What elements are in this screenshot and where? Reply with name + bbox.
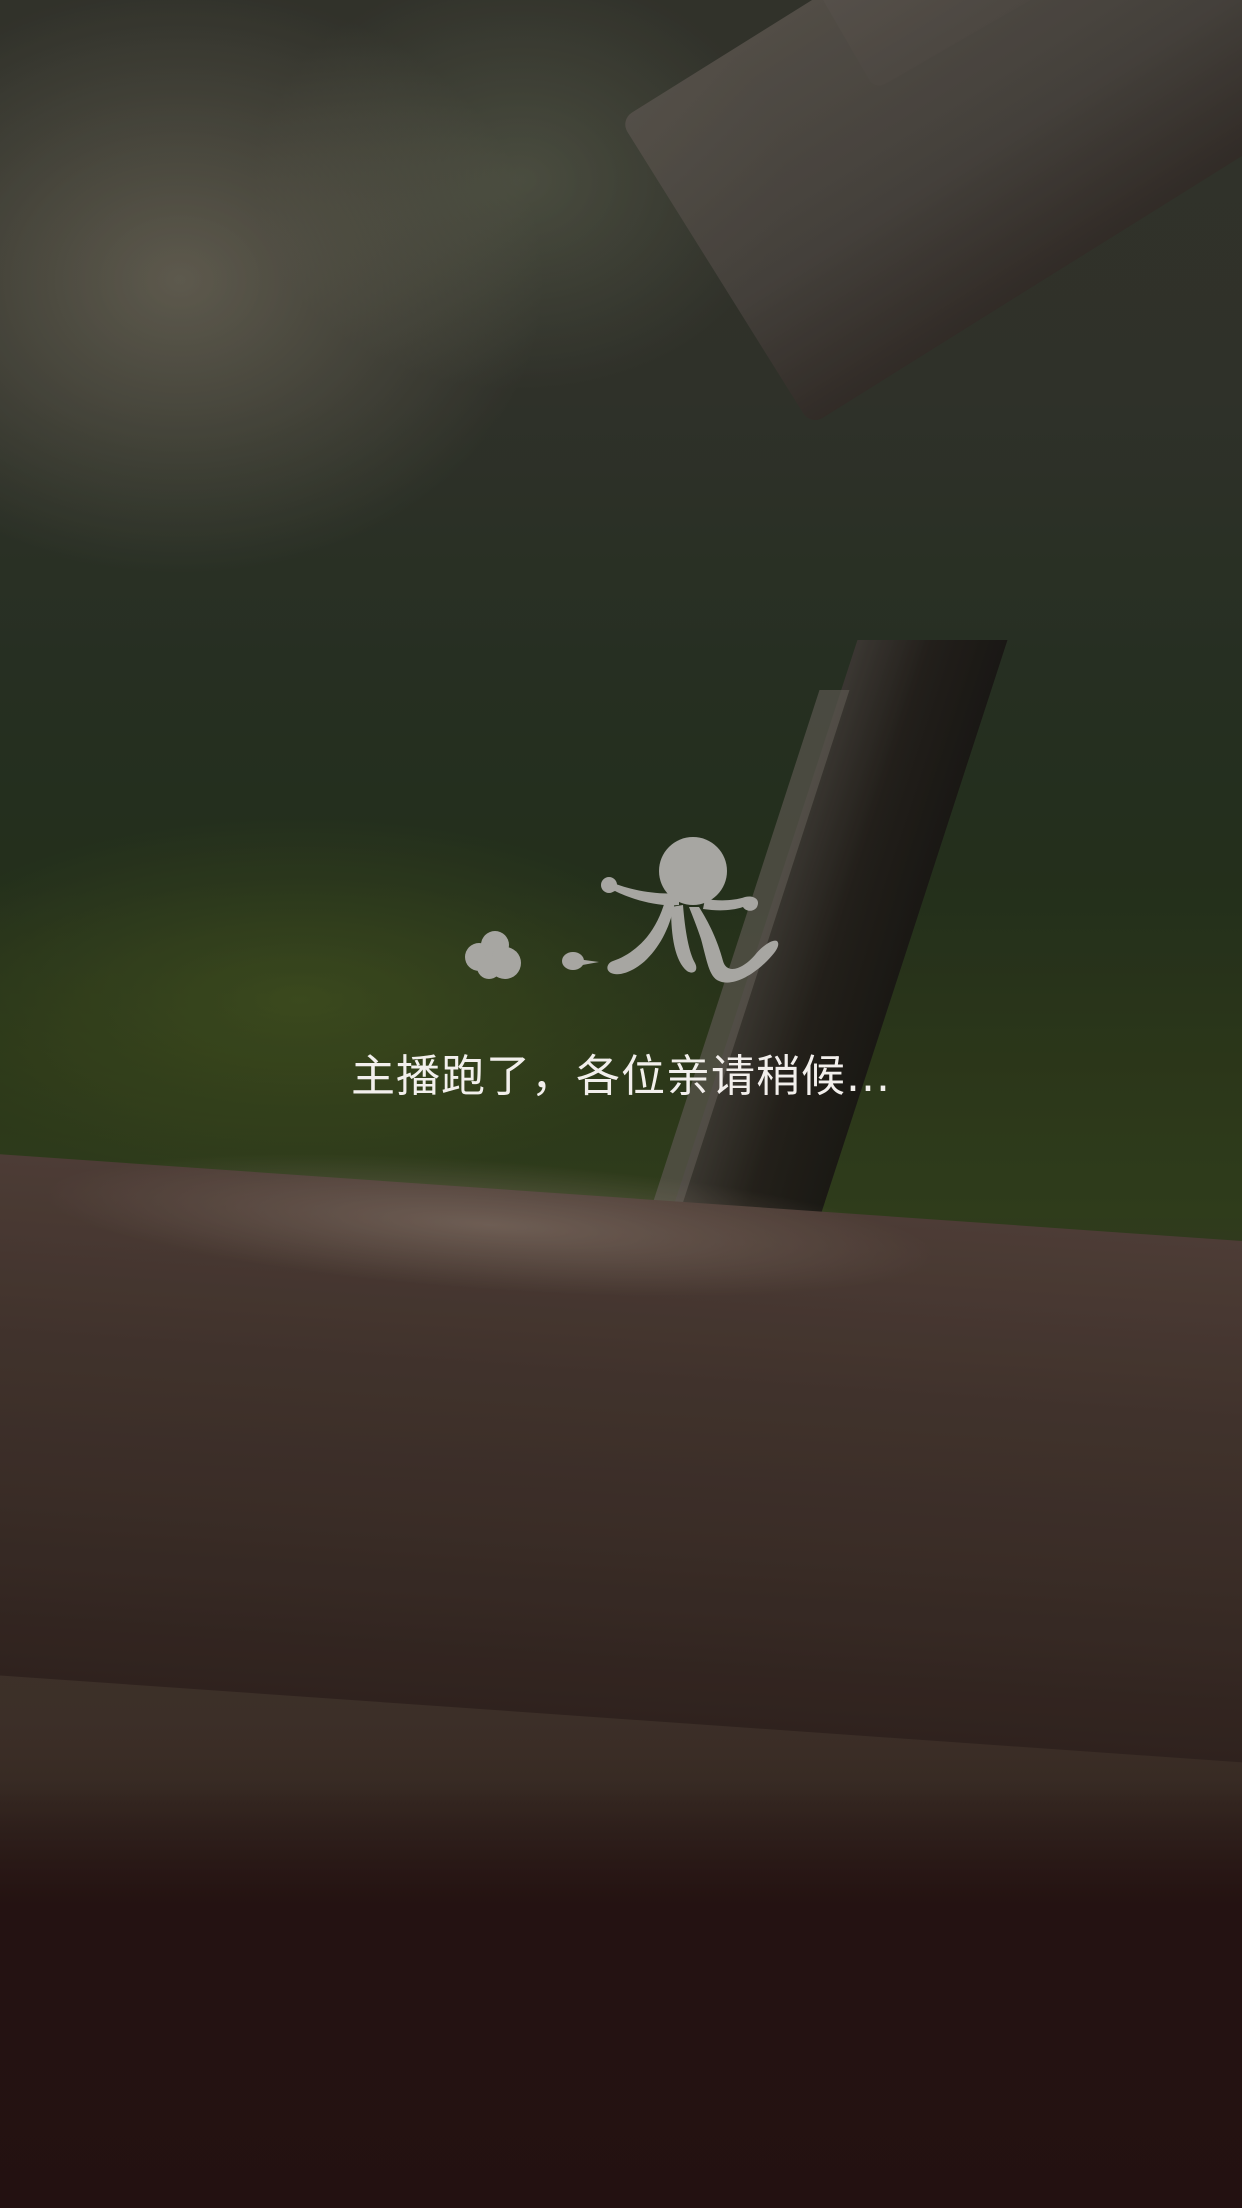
anchor-away-notice: 主播跑了，各位亲请稍候...: [0, 835, 1242, 1104]
dim-overlay: [0, 0, 1242, 2208]
live-stream-screen: 主播跑了，各位亲请稍候...: [0, 0, 1242, 2208]
loading-message: 主播跑了，各位亲请稍候...: [351, 1051, 891, 1102]
running-figure-icon: [465, 837, 779, 983]
